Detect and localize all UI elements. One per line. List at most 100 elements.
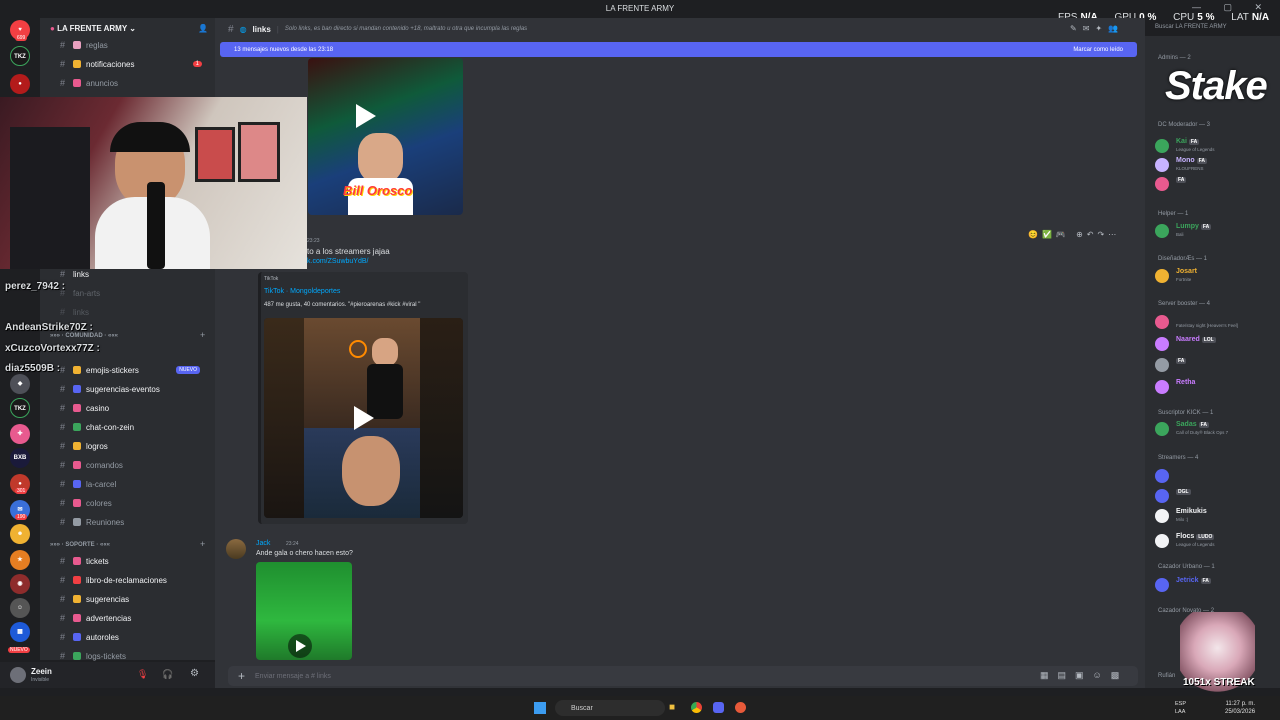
member-item[interactable]: Sadas FA Call of Duty® Black Ops 7 bbox=[1155, 420, 1275, 438]
cpu-label: CPU bbox=[1173, 12, 1195, 23]
channel-emojis-stickers[interactable]: # emojis-stickers NUEVO bbox=[60, 362, 210, 378]
member-tag: FA bbox=[1196, 158, 1208, 164]
channel-reglas[interactable]: # reglas bbox=[60, 37, 210, 53]
channel-reuniones[interactable]: # Reuniones bbox=[60, 514, 210, 530]
message-actions[interactable]: 😊✅🎮 ⊕↶↷⋯ bbox=[1028, 230, 1120, 239]
server-icon[interactable]: ◆ bbox=[10, 374, 30, 394]
role-header: DiseñadorÆs — 1 bbox=[1158, 256, 1208, 262]
avatar[interactable] bbox=[226, 539, 246, 559]
folder-icon[interactable]: ■ bbox=[669, 702, 675, 713]
server-icon[interactable]: ☺ bbox=[10, 598, 30, 618]
app-icon[interactable] bbox=[735, 702, 746, 713]
start-icon[interactable] bbox=[534, 702, 546, 714]
bell-icon bbox=[73, 60, 81, 68]
headphones-icon[interactable]: 🎧 bbox=[162, 669, 173, 680]
emoji-icon bbox=[73, 518, 81, 526]
server-icon[interactable]: ● bbox=[10, 74, 30, 94]
channel-comandos[interactable]: # comandos bbox=[60, 457, 210, 473]
add-attachment-icon[interactable]: + bbox=[238, 669, 245, 683]
message-author[interactable]: Jack bbox=[256, 540, 270, 547]
header-toolbar[interactable]: ✎✉✦👥 bbox=[1070, 24, 1124, 33]
mute-icon[interactable]: 🎙 bbox=[137, 669, 148, 680]
channel-notificaciones[interactable]: # notificaciones 1 bbox=[60, 56, 210, 72]
member-item[interactable]: DGL bbox=[1155, 487, 1275, 505]
search-input[interactable]: Buscar LA FRENTE ARMY bbox=[1155, 24, 1227, 30]
play-icon[interactable] bbox=[296, 640, 306, 652]
language-indicator[interactable]: ESP LAA bbox=[1175, 700, 1186, 716]
member-item[interactable]: Flocs LUDO League of Legends bbox=[1155, 532, 1275, 550]
add-member-icon[interactable]: 👤 bbox=[198, 24, 208, 33]
server-icon[interactable]: ✚ bbox=[10, 424, 30, 444]
server-icon[interactable]: BXB bbox=[10, 448, 30, 468]
channel-anuncios[interactable]: # anuncios bbox=[60, 75, 210, 91]
member-item[interactable]: Emikukis Milo :) bbox=[1155, 507, 1275, 525]
member-item[interactable] bbox=[1155, 467, 1275, 485]
channel-chat-con-zein[interactable]: # chat-con-zein bbox=[60, 419, 210, 435]
overlay-chat-name: perez_7942 : bbox=[5, 281, 66, 292]
channel-logros[interactable]: # logros bbox=[60, 438, 210, 454]
embed-title[interactable]: TikTok · Mongoldeportes bbox=[264, 288, 340, 295]
server-icon[interactable]: ▦ bbox=[10, 622, 30, 642]
avatar[interactable] bbox=[10, 667, 26, 683]
add-channel-icon[interactable]: + bbox=[200, 330, 205, 340]
channel-la-carcel[interactable]: # la-carcel bbox=[60, 476, 210, 492]
member-tag: DGL bbox=[1176, 489, 1191, 495]
member-name: Flocs LUDO bbox=[1176, 533, 1215, 540]
member-item[interactable]: Retha bbox=[1155, 378, 1275, 396]
channel-colores[interactable]: # colores bbox=[60, 495, 210, 511]
new-messages-bar[interactable]: 13 mensajes nuevos desde las 23:18 Marca… bbox=[220, 42, 1137, 57]
emoji-icon bbox=[73, 576, 81, 584]
category-soporte[interactable]: »»» · SOPORTE · ««« bbox=[50, 542, 110, 548]
mark-read-button[interactable]: Marcar como leído bbox=[1073, 47, 1123, 53]
channel-links-dup[interactable]: # links bbox=[60, 304, 210, 320]
message-composer[interactable]: + Enviar mensaje a # links bbox=[228, 666, 1138, 686]
play-icon[interactable] bbox=[354, 406, 374, 430]
member-item[interactable]: FA bbox=[1155, 175, 1275, 193]
hash-icon: # bbox=[60, 613, 66, 623]
member-item[interactable]: Josart Fortnite bbox=[1155, 267, 1275, 285]
channel-advertencias[interactable]: # advertencias bbox=[60, 610, 210, 626]
message-input[interactable]: Enviar mensaje a # links bbox=[255, 673, 331, 680]
server-icon[interactable]: ★ bbox=[10, 550, 30, 570]
category-comunidad[interactable]: »»» · COMUNIDAD · ««« bbox=[50, 333, 118, 339]
avatar bbox=[1155, 509, 1169, 523]
member-item[interactable]: Fate/stay night [Heaven's Feel] bbox=[1155, 313, 1275, 331]
emoji-icon bbox=[73, 366, 81, 374]
video-embed[interactable] bbox=[264, 318, 463, 518]
channel-libro-de-reclamaciones[interactable]: # libro-de-reclamaciones bbox=[60, 572, 210, 588]
channel-sugerencias[interactable]: # sugerencias bbox=[60, 591, 210, 607]
video-embed[interactable] bbox=[256, 562, 352, 660]
channel-sugerencias-eventos[interactable]: # sugerencias-eventos bbox=[60, 381, 210, 397]
composer-tools[interactable]: ▦▤▣☺▩ bbox=[1040, 670, 1128, 681]
settings-icon[interactable]: ⚙ bbox=[190, 668, 199, 679]
server-name[interactable]: ● LA FRENTE ARMY ⌄ bbox=[50, 24, 136, 33]
server-icon[interactable]: TKZ bbox=[10, 46, 30, 66]
play-icon[interactable] bbox=[356, 104, 376, 128]
member-status: Milo :) bbox=[1176, 517, 1189, 522]
channel-casino[interactable]: # casino bbox=[60, 400, 210, 416]
message-link[interactable]: k.com/ZSuwbuYdB/ bbox=[307, 258, 368, 265]
chrome-icon[interactable] bbox=[691, 702, 702, 713]
video-embed[interactable]: Bill Orosco bbox=[308, 58, 463, 215]
taskbar-search[interactable]: Buscar bbox=[555, 700, 665, 716]
server-icon[interactable]: TKZ bbox=[10, 398, 30, 418]
member-item[interactable]: Naared LOL bbox=[1155, 335, 1275, 353]
member-item[interactable]: FA bbox=[1155, 356, 1275, 374]
avatar bbox=[1155, 315, 1169, 329]
member-item[interactable]: Kai FA League of Legends bbox=[1155, 137, 1275, 155]
member-item[interactable]: Jetrick FA bbox=[1155, 576, 1275, 594]
member-item[interactable]: Mono FA KLOUFRENS bbox=[1155, 156, 1275, 174]
channel-tickets[interactable]: # tickets bbox=[60, 553, 210, 569]
cpu-value: 5 % bbox=[1197, 12, 1215, 23]
role-header: Rufián bbox=[1158, 673, 1176, 679]
server-icon[interactable]: ☻ bbox=[10, 524, 30, 544]
clock[interactable]: 11:27 p. m. 25/03/2026 bbox=[1225, 700, 1255, 716]
channel-fan-arts[interactable]: # fan-arts bbox=[60, 285, 210, 301]
add-channel-icon[interactable]: + bbox=[200, 539, 205, 549]
member-item[interactable]: Lumpy FA Bali bbox=[1155, 222, 1275, 240]
discord-icon[interactable] bbox=[713, 702, 724, 713]
channel-autoroles[interactable]: # autoroles bbox=[60, 629, 210, 645]
server-icon[interactable]: ◉ bbox=[10, 574, 30, 594]
emoji-icon bbox=[73, 423, 81, 431]
member-name: DGL bbox=[1176, 488, 1191, 495]
